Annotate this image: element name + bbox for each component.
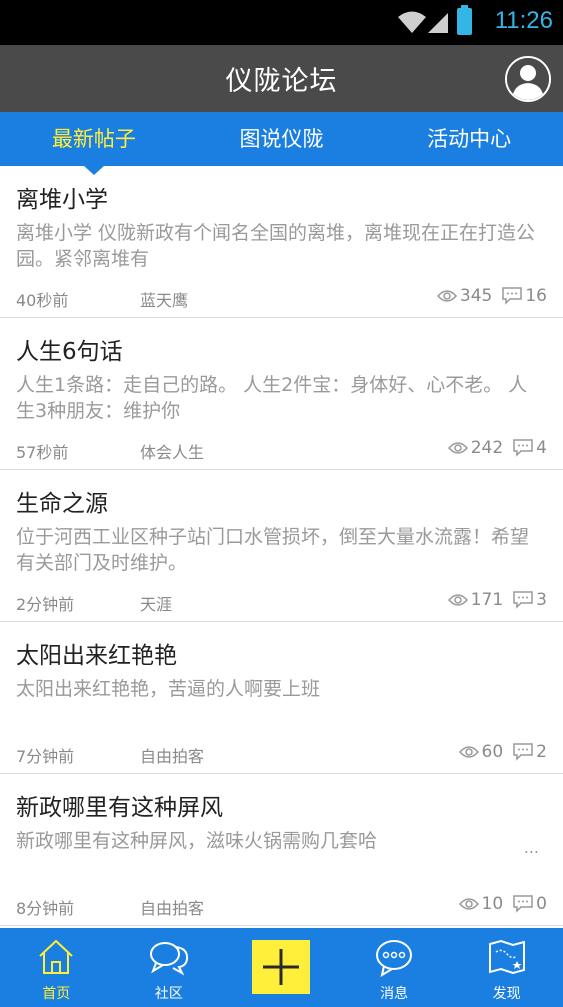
signal-icon xyxy=(426,10,450,38)
active-tab-indicator xyxy=(82,165,105,175)
status-time: 11:26 xyxy=(494,7,553,34)
comment-count: 16 xyxy=(502,286,547,306)
nav-label: 社区 xyxy=(154,986,183,1002)
view-count: 242 xyxy=(447,438,504,458)
post-author: 体会人生 xyxy=(140,443,205,462)
status-bar: 11:26 xyxy=(0,0,563,45)
eye-icon xyxy=(458,898,479,910)
post-time: 2分钟前 xyxy=(16,595,75,614)
post-title: 太阳出来红艳艳 xyxy=(16,643,177,669)
profile-button[interactable] xyxy=(505,56,551,102)
post-stats: 171 3 xyxy=(447,590,547,610)
home-icon xyxy=(39,939,73,974)
view-count: 345 xyxy=(436,286,493,306)
post-author: 蓝天鹰 xyxy=(140,291,189,310)
eye-icon xyxy=(458,746,479,758)
post-excerpt: 新政哪里有这种屏风，滋味火锅需购几套哈 xyxy=(16,830,378,852)
view-count-value: 242 xyxy=(470,438,504,458)
tab-label: 活动中心 xyxy=(427,127,512,151)
chat-bubbles-icon xyxy=(149,942,188,976)
tab-picture-yilong[interactable]: 图说仪陇 xyxy=(188,112,376,166)
post-title: 离堆小学 xyxy=(16,187,108,213)
view-count-value: 345 xyxy=(459,286,493,306)
nav-label: 首页 xyxy=(42,986,71,1002)
view-count: 10 xyxy=(458,894,504,914)
view-count: 171 xyxy=(447,590,504,610)
comment-count: 2 xyxy=(513,742,547,762)
comment-count-value: 16 xyxy=(525,286,547,306)
plus-icon xyxy=(263,949,300,985)
post-stats: 60 2 xyxy=(458,742,547,762)
tab-label: 图说仪陇 xyxy=(239,127,324,151)
post-more-ellipsis: ... xyxy=(523,838,539,857)
nav-messages[interactable]: 消息 xyxy=(338,928,451,1007)
post-author: 自由拍客 xyxy=(140,747,205,766)
post-excerpt: 离堆小学 仪陇新政有个闻名全国的离堆，离堆现在正在打造公园。紧邻离堆有 xyxy=(16,222,536,270)
post-author: 天涯 xyxy=(140,595,173,614)
post-time: 57秒前 xyxy=(16,443,69,462)
comment-icon xyxy=(513,743,533,761)
post-time: 40秒前 xyxy=(16,291,69,310)
comment-icon xyxy=(502,287,523,305)
message-icon xyxy=(376,940,413,978)
nav-discover[interactable]: 发现 xyxy=(450,928,563,1007)
view-count-value: 171 xyxy=(470,590,504,610)
comment-count-value: 0 xyxy=(536,894,547,914)
post-list[interactable]: 离堆小学 离堆小学 仪陇新政有个闻名全国的离堆，离堆现在正在打造公园。紧邻离堆有… xyxy=(0,166,563,928)
comment-count: 0 xyxy=(513,894,547,914)
page-title: 仪陇论坛 xyxy=(225,66,338,97)
bottom-nav: 首页 社区 消息 发现 xyxy=(0,928,563,1007)
app-header: 仪陇论坛 xyxy=(0,45,563,112)
post-time: 7分钟前 xyxy=(16,747,75,766)
post-item[interactable]: 离堆小学 离堆小学 仪陇新政有个闻名全国的离堆，离堆现在正在打造公园。紧邻离堆有… xyxy=(0,166,563,318)
nav-label: 消息 xyxy=(380,986,409,1002)
post-excerpt: 人生1条路：走自己的路。 人生2件宝：身体好、心不老。 人生3种朋友：维护你 xyxy=(16,374,528,422)
comment-count-value: 4 xyxy=(536,438,547,458)
comment-icon xyxy=(513,591,533,609)
post-excerpt: 位于河西工业区种子站门口水管损坏，倒至大量水流露！希望有关部门及时维护。 xyxy=(16,526,530,574)
view-count-value: 10 xyxy=(481,894,504,914)
post-stats: 10 0 xyxy=(458,894,547,914)
comment-count-value: 2 xyxy=(536,742,547,762)
comment-icon xyxy=(513,439,533,457)
nav-home[interactable]: 首页 xyxy=(0,928,113,1007)
nav-compose[interactable] xyxy=(225,928,338,1007)
tab-bar: 最新帖子 图说仪陇 活动中心 xyxy=(0,112,563,175)
map-icon xyxy=(488,939,525,975)
battery-icon xyxy=(457,5,472,35)
post-time: 8分钟前 xyxy=(16,899,75,918)
comment-count: 4 xyxy=(513,438,547,458)
post-item[interactable]: 人生6句话 人生1条路：走自己的路。 人生2件宝：身体好、心不老。 人生3种朋友… xyxy=(0,318,563,470)
post-title: 生命之源 xyxy=(16,491,108,517)
post-title: 新政哪里有这种屏风 xyxy=(16,795,223,821)
comment-count-value: 3 xyxy=(536,590,547,610)
compose-button[interactable] xyxy=(252,940,311,994)
eye-icon xyxy=(447,442,468,454)
post-stats: 242 4 xyxy=(447,438,547,458)
post-item[interactable]: 新政哪里有这种屏风 新政哪里有这种屏风，滋味火锅需购几套哈 ... 8分钟前 自… xyxy=(0,774,563,926)
post-stats: 345 16 xyxy=(436,286,547,306)
post-title: 人生6句话 xyxy=(16,339,123,365)
comment-icon xyxy=(513,895,533,913)
eye-icon xyxy=(447,594,468,606)
post-item[interactable]: 太阳出来红艳艳 太阳出来红艳艳，苦逼的人啊要上班 7分钟前 自由拍客 60 2 xyxy=(0,622,563,774)
tab-activity-center[interactable]: 活动中心 xyxy=(375,112,563,166)
nav-community[interactable]: 社区 xyxy=(113,928,226,1007)
eye-icon xyxy=(436,290,457,302)
wifi-icon xyxy=(397,10,427,38)
post-author: 自由拍客 xyxy=(140,899,205,918)
tab-latest-posts[interactable]: 最新帖子 xyxy=(0,112,188,175)
comment-count: 3 xyxy=(513,590,547,610)
view-count: 60 xyxy=(458,742,504,762)
view-count-value: 60 xyxy=(481,742,504,762)
post-excerpt: 太阳出来红艳艳，苦逼的人啊要上班 xyxy=(16,678,321,700)
user-avatar-icon xyxy=(507,58,549,100)
nav-label: 发现 xyxy=(492,986,521,1002)
post-item[interactable]: 生命之源 位于河西工业区种子站门口水管损坏，倒至大量水流露！希望有关部门及时维护… xyxy=(0,470,563,622)
tab-label: 最新帖子 xyxy=(51,127,136,151)
